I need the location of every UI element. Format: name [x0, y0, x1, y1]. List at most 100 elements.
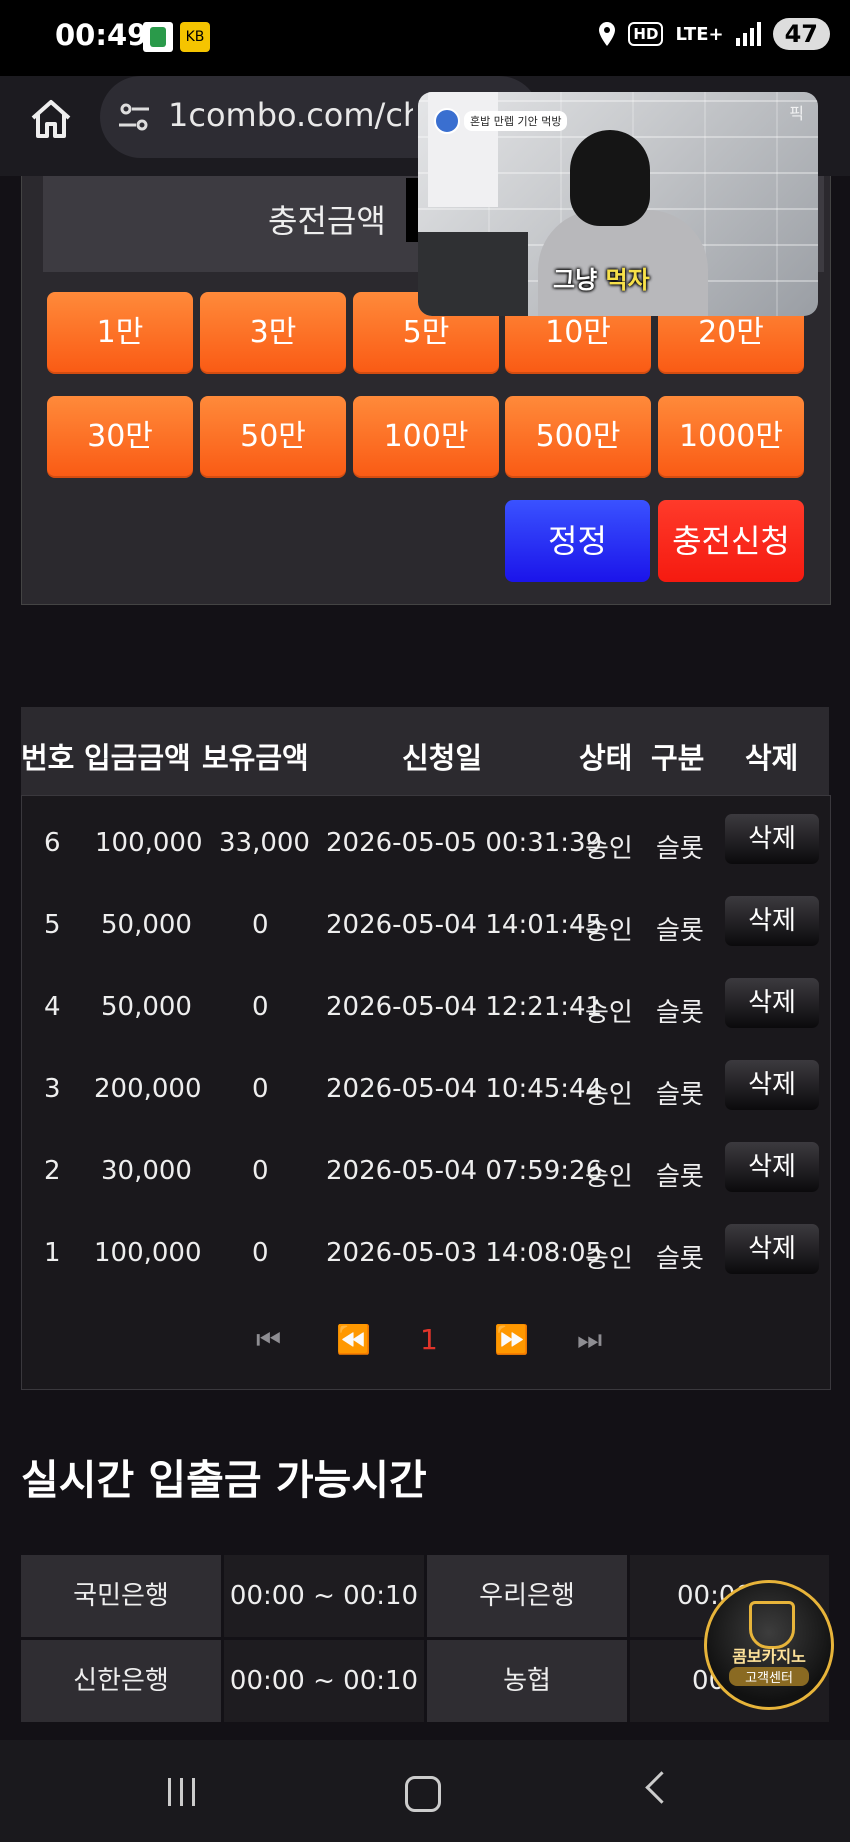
bank-hours: 00:00 ~ 00:10: [224, 1555, 424, 1637]
cell-balance: 0: [252, 910, 269, 940]
kb-app-notification-icon: KB: [180, 22, 210, 52]
cell-status: 승인: [585, 1244, 633, 1274]
amount-button-9[interactable]: 500만: [505, 396, 651, 478]
realtime-title: 실시간 입출금 가능시간: [21, 1456, 427, 1504]
last-page-icon[interactable]: ⏭: [577, 1323, 602, 1357]
location-icon: [599, 22, 616, 46]
cell-date: 2026-05-04 12:21:41: [326, 992, 603, 1022]
table-row: 3 200,000 0 2026-05-04 10:45:44 승인 슬롯 삭제: [22, 1052, 830, 1134]
delete-button[interactable]: 삭제: [725, 1142, 819, 1192]
home-nav-icon[interactable]: [405, 1776, 441, 1812]
first-page-icon[interactable]: ⏮: [256, 1323, 281, 1357]
customer-center-brand: 콤보카지노: [732, 1647, 806, 1666]
cell-type: 슬롯: [656, 1244, 704, 1274]
header-deposit: 입금금액: [84, 741, 191, 775]
cell-type: 슬롯: [656, 1162, 704, 1192]
table-row: 4 50,000 0 2026-05-04 12:21:41 승인 슬롯 삭제: [22, 970, 830, 1052]
cell-no: 5: [44, 910, 61, 940]
cell-date: 2026-05-04 07:59:26: [326, 1156, 603, 1186]
cell-date: 2026-05-04 14:01:45: [326, 910, 603, 940]
cell-deposit: 50,000: [101, 992, 192, 1022]
charge-amount-label: 충전금액: [268, 202, 386, 240]
cell-deposit: 100,000: [94, 1238, 202, 1268]
bank-name: 우리은행: [427, 1555, 627, 1637]
bank-name: 신한은행: [21, 1640, 221, 1722]
bank-app-notification-icon: [143, 22, 173, 52]
prev-page-icon[interactable]: ⏪: [336, 1323, 371, 1356]
cell-no: 3: [44, 1074, 61, 1104]
battery-level: 47: [772, 18, 830, 50]
back-icon[interactable]: [645, 1771, 678, 1804]
reset-button[interactable]: 정정: [505, 500, 650, 582]
delete-button[interactable]: 삭제: [725, 896, 819, 946]
header-date: 신청일: [402, 741, 483, 775]
current-page[interactable]: 1: [420, 1323, 438, 1356]
delete-button[interactable]: 삭제: [725, 978, 819, 1028]
pagination: ⏮ ⏪ 1 ⏩ ⏭: [21, 1295, 831, 1390]
header-status: 상태: [579, 741, 633, 775]
home-icon[interactable]: [28, 96, 74, 142]
cell-type: 슬롯: [656, 998, 704, 1028]
customer-center-button[interactable]: 콤보카지노 고객센터: [704, 1580, 834, 1710]
next-page-icon[interactable]: ⏩: [494, 1323, 529, 1356]
video-counter: [418, 232, 528, 316]
status-bar: 00:49 KB HD LTE+ 47: [0, 0, 850, 76]
channel-logo-icon: [434, 108, 460, 134]
cell-status: 승인: [585, 834, 633, 864]
caption-part-2: 먹자: [605, 266, 650, 294]
cell-type: 슬롯: [656, 916, 704, 946]
amount-button-6[interactable]: 30만: [47, 396, 193, 478]
cell-date: 2026-05-05 00:31:39: [326, 828, 603, 858]
cell-no: 4: [44, 992, 61, 1022]
cell-balance: 0: [252, 1074, 269, 1104]
shield-icon: [749, 1601, 795, 1649]
signal-icon: [735, 22, 761, 46]
table-row: 6 100,000 33,000 2026-05-05 00:31:39 승인 …: [22, 806, 830, 888]
amount-button-1[interactable]: 1만: [47, 292, 193, 374]
bank-name: 국민은행: [21, 1555, 221, 1637]
cell-status: 승인: [585, 1080, 633, 1110]
network-type: LTE+: [675, 23, 724, 45]
cell-date: 2026-05-04 10:45:44: [326, 1074, 603, 1104]
video-caption: 그냥 먹자: [553, 260, 650, 295]
cell-deposit: 30,000: [101, 1156, 192, 1186]
delete-button[interactable]: 삭제: [725, 814, 819, 864]
cell-deposit: 100,000: [95, 828, 203, 858]
caption-part-1: 그냥: [553, 266, 606, 294]
hd-voice-icon: HD: [628, 22, 664, 46]
delete-button[interactable]: 삭제: [725, 1224, 819, 1274]
table-row: 1 100,000 0 2026-05-03 14:08:05 승인 슬롯 삭제: [22, 1216, 830, 1298]
site-settings-icon[interactable]: [117, 100, 151, 134]
amount-button-7[interactable]: 50만: [200, 396, 346, 478]
video-pip-window[interactable]: 혼밥 만렙 기안 먹방 그냥 먹자 픽: [418, 92, 818, 316]
video-badge-text: 혼밥 만렙 기안 먹방: [464, 111, 568, 131]
delete-button[interactable]: 삭제: [725, 1060, 819, 1110]
recents-icon[interactable]: [168, 1778, 195, 1806]
video-corner-watermark: 픽: [789, 104, 804, 123]
cell-deposit: 200,000: [94, 1074, 202, 1104]
url-text[interactable]: 1combo.com/cha: [168, 96, 413, 134]
cell-status: 승인: [585, 998, 633, 1028]
customer-center-label: 고객센터: [729, 1667, 809, 1686]
cell-no: 2: [44, 1156, 61, 1186]
bank-hours: 00:00 ~ 00:10: [224, 1640, 424, 1722]
cell-balance: 33,000: [219, 828, 310, 858]
table-header: 번호 입금금액 보유금액 신청일 상태 구분 삭제: [21, 707, 829, 795]
header-balance: 보유금액: [202, 741, 309, 775]
status-time: 00:49: [55, 18, 148, 52]
cell-balance: 0: [252, 1156, 269, 1186]
cell-deposit: 50,000: [101, 910, 192, 940]
table-row: 2 30,000 0 2026-05-04 07:59:26 승인 슬롯 삭제: [22, 1134, 830, 1216]
amount-button-2[interactable]: 3만: [200, 292, 346, 374]
amount-button-8[interactable]: 100만: [353, 396, 499, 478]
cell-type: 슬롯: [656, 1080, 704, 1110]
table-row: 5 50,000 0 2026-05-04 14:01:45 승인 슬롯 삭제: [22, 888, 830, 970]
cell-type: 슬롯: [656, 834, 704, 864]
bank-name: 농협: [427, 1640, 627, 1722]
cell-status: 승인: [585, 1162, 633, 1192]
header-type: 구분: [651, 741, 705, 775]
cell-balance: 0: [252, 1238, 269, 1268]
cell-date: 2026-05-03 14:08:05: [326, 1238, 603, 1268]
charge-apply-button[interactable]: 충전신청: [658, 500, 804, 582]
amount-button-10[interactable]: 1000만: [658, 396, 804, 478]
